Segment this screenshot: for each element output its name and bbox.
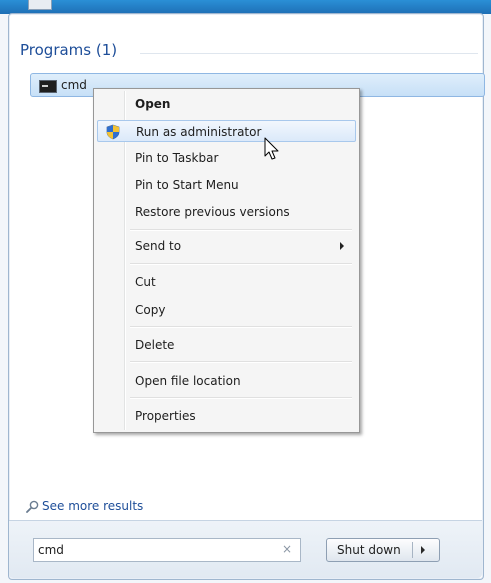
menu-separator [130,361,352,363]
submenu-arrow-icon [340,242,344,250]
see-more-label: See more results [42,499,144,513]
menu-item-label: Pin to Taskbar [135,151,219,165]
menu-item-label: Open [135,97,171,111]
menu-item-label: Open file location [135,374,241,388]
menu-item-label: Delete [135,338,175,352]
menu-item-restore-previous-versions[interactable]: Restore previous versions [97,201,356,223]
section-divider [140,53,478,54]
window-thumbnail [28,0,52,10]
mouse-pointer-icon [264,137,279,160]
menu-item-run-as-administrator[interactable]: Run as administrator [97,120,356,142]
menu-item-label: Copy [135,303,166,317]
context-menu: Open Run as administrator Pin to Taskbar… [93,88,360,433]
menu-separator [130,229,352,231]
menu-separator [130,263,352,265]
search-icon [26,500,39,513]
menu-item-label: Properties [135,409,196,423]
menu-separator [130,326,352,328]
search-input[interactable] [38,541,268,559]
uac-shield-icon [106,124,120,140]
menu-item-copy[interactable]: Copy [97,299,356,321]
menu-item-label: Cut [135,275,156,289]
menu-item-label: Send to [135,239,182,253]
menu-item-delete[interactable]: Delete [97,334,356,356]
menu-item-cut[interactable]: Cut [97,271,356,293]
menu-item-label: Restore previous versions [135,205,290,219]
programs-section-title: Programs (1) [20,41,118,59]
search-box[interactable]: × [33,538,301,562]
menu-item-pin-to-start-menu[interactable]: Pin to Start Menu [97,174,356,196]
button-divider [412,542,413,558]
shutdown-options-arrow-icon[interactable] [421,546,425,554]
shut-down-label: Shut down [337,543,401,557]
menu-item-send-to[interactable]: Send to [97,235,356,257]
program-label: cmd [61,78,87,92]
menu-item-label: Run as administrator [136,125,262,139]
menu-item-open[interactable]: Open [97,93,356,115]
menu-item-pin-to-taskbar[interactable]: Pin to Taskbar [97,147,356,169]
menu-item-open-file-location[interactable]: Open file location [97,370,356,392]
shut-down-button[interactable]: Shut down [326,538,440,562]
menu-separator [130,397,352,399]
clear-search-icon[interactable]: × [282,542,292,556]
menu-item-label: Pin to Start Menu [135,178,239,192]
menu-item-properties[interactable]: Properties [97,405,356,427]
command-prompt-icon [39,80,57,93]
taskbar-top-strip [0,0,491,14]
